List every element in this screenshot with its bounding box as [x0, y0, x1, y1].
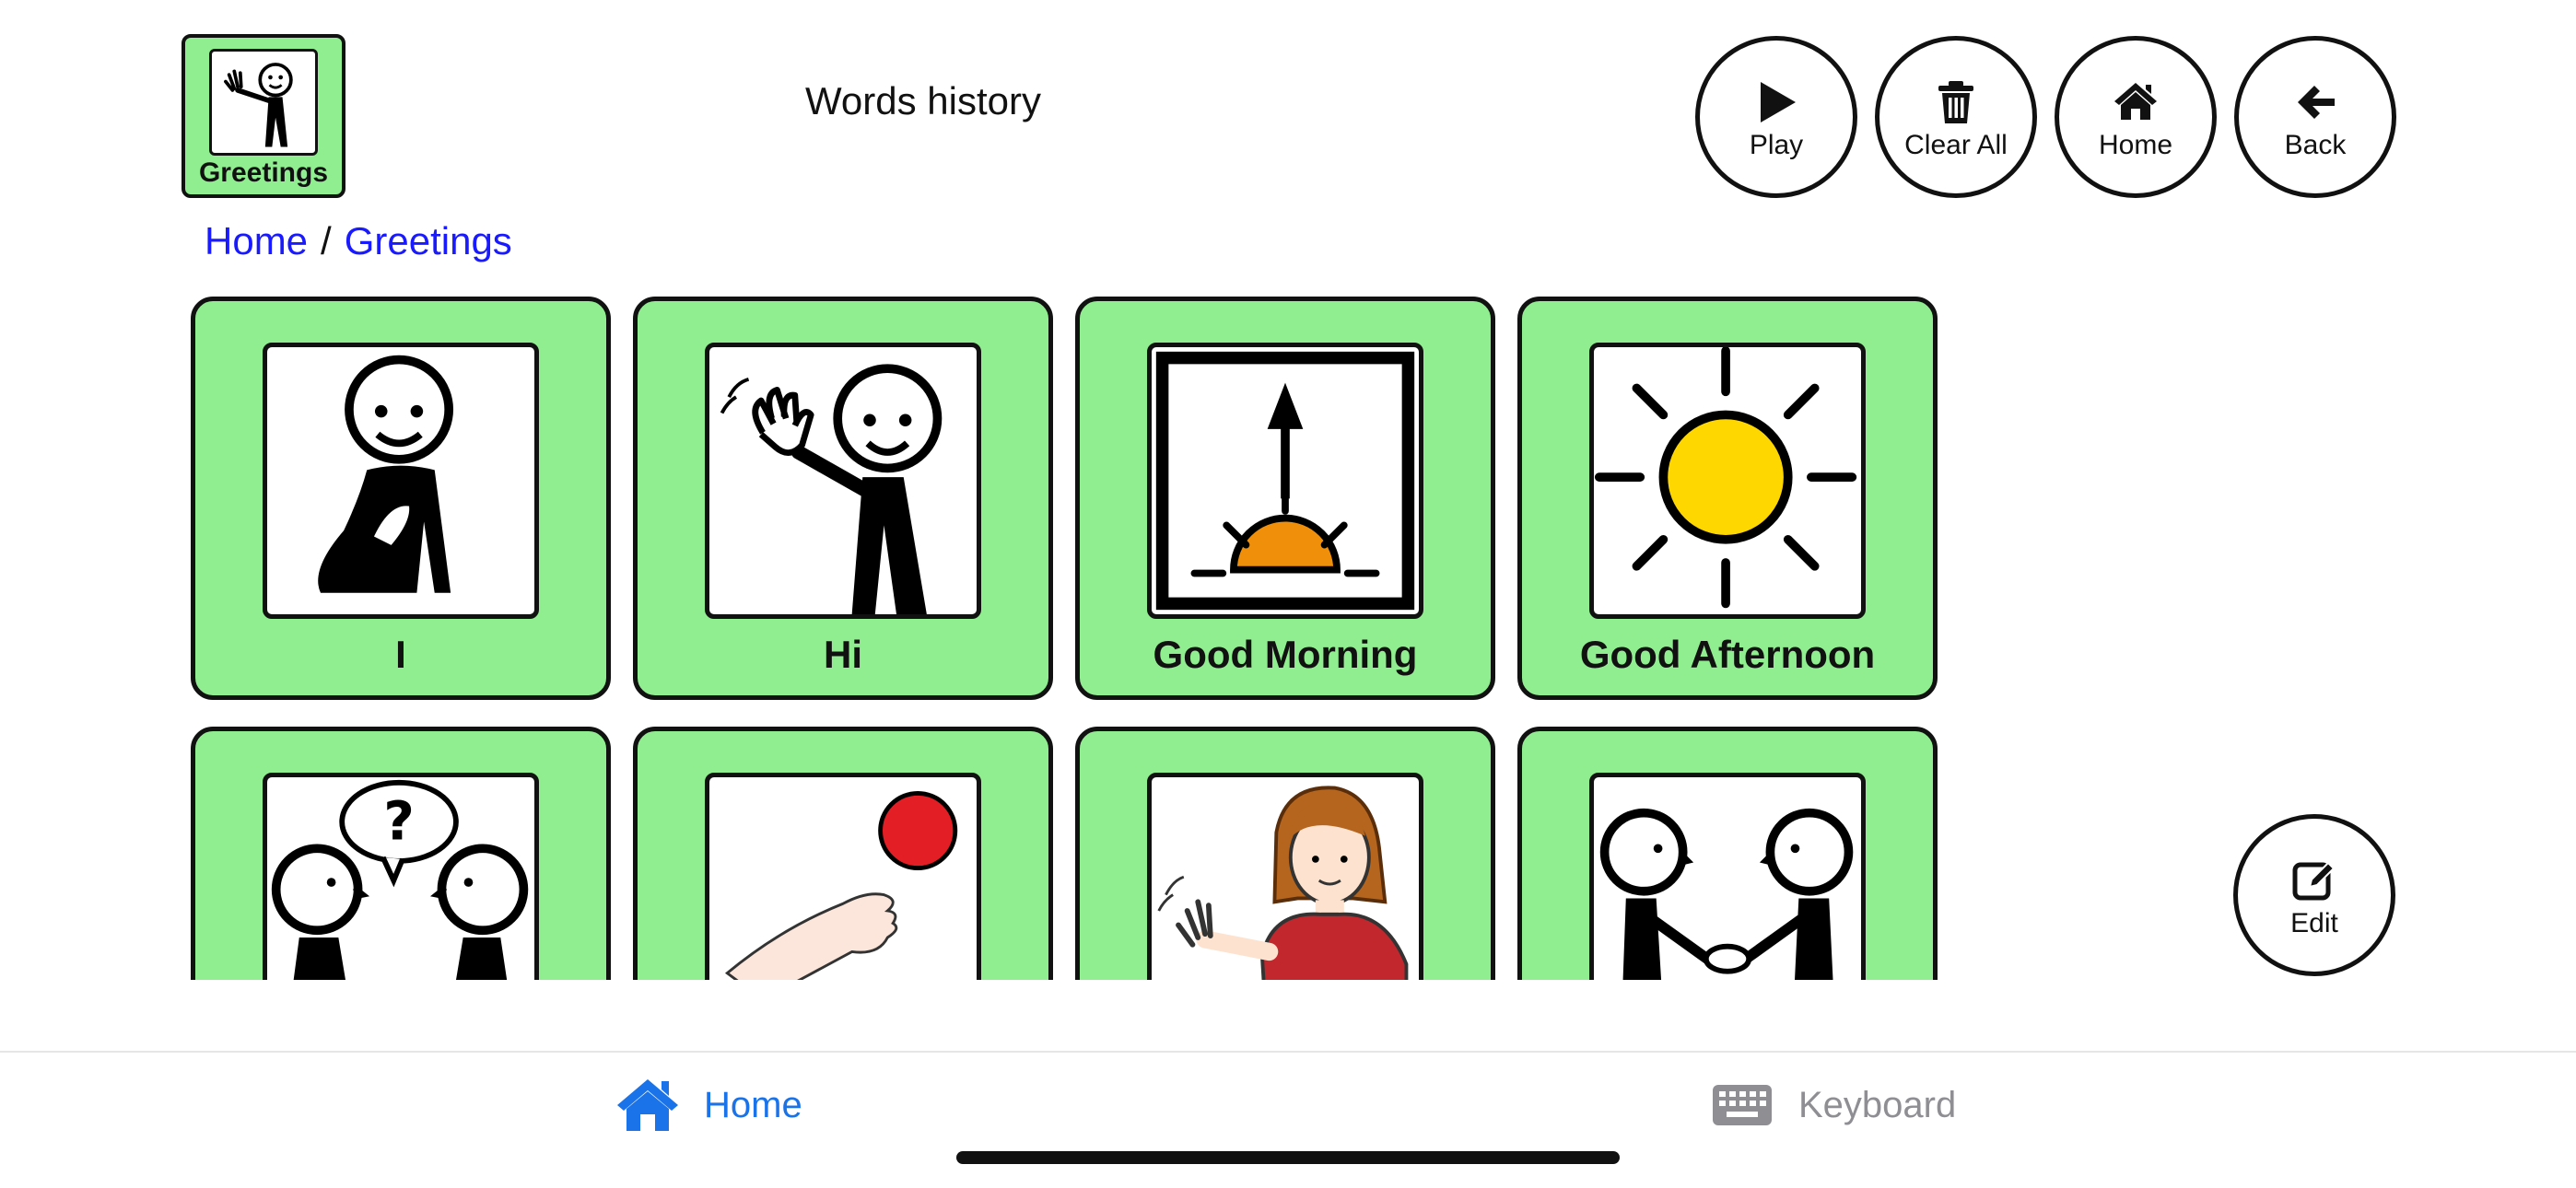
sun-icon — [1589, 343, 1866, 619]
breadcrumb-separator: / — [321, 219, 332, 262]
tile-label: Good Morning — [1153, 633, 1418, 676]
page: Greetings Words history Play Clear All H… — [0, 0, 2576, 1188]
home-button[interactable]: Home — [2055, 36, 2217, 198]
current-board-button[interactable]: Greetings — [181, 34, 345, 198]
tab-home-label: Home — [704, 1084, 802, 1125]
clear-all-button[interactable]: Clear All — [1875, 36, 2037, 198]
two-people-question-icon: ? — [263, 773, 539, 980]
tile-row2-1[interactable]: ? — [191, 727, 611, 980]
words-history-title: Words history — [805, 79, 1041, 122]
greetings-icon — [209, 49, 318, 156]
arrow-left-icon — [2298, 86, 2335, 119]
breadcrumb-greetings-link[interactable]: Greetings — [345, 219, 512, 262]
sunrise-icon — [1147, 343, 1423, 619]
tile-row2-2[interactable] — [633, 727, 1053, 980]
breadcrumb: Home / Greetings — [205, 219, 512, 263]
breadcrumb-home-link[interactable]: Home — [205, 219, 308, 262]
back-label: Back — [2284, 130, 2347, 160]
tile-row2-3[interactable] — [1075, 727, 1495, 980]
tab-keyboard[interactable]: Keyboard — [1712, 1073, 1956, 1137]
girl-waving-icon — [1147, 773, 1423, 980]
hand-reaching-ball-icon — [705, 773, 981, 980]
keyboard-icon — [1713, 1085, 1772, 1125]
home-icon — [617, 1079, 678, 1131]
tile-row2-4[interactable] — [1517, 727, 1938, 980]
play-button[interactable]: Play — [1695, 36, 1857, 198]
tab-bar: Home Keyboard — [0, 1051, 2576, 1188]
tile-label: Good Afternoon — [1579, 633, 1876, 676]
back-button[interactable]: Back — [2234, 36, 2396, 198]
edit-button[interactable]: Edit — [2233, 814, 2395, 976]
tab-keyboard-label: Keyboard — [1798, 1084, 1957, 1125]
play-icon — [1761, 82, 1796, 122]
person-waving-icon — [705, 343, 981, 619]
tab-home[interactable]: Home — [617, 1073, 802, 1137]
home-label: Home — [2098, 130, 2173, 160]
tile-label: Hi — [824, 633, 862, 676]
tile-label: I — [395, 633, 406, 676]
person-pointing-self-icon — [263, 343, 539, 619]
tile-grid[interactable]: I Hi Good Morning Good Afternoon ? — [184, 287, 1944, 980]
handshake-icon — [1589, 773, 1866, 980]
tile-good-afternoon[interactable]: Good Afternoon — [1517, 297, 1938, 700]
current-board-label: Greetings — [198, 157, 329, 188]
play-label: Play — [1749, 130, 1804, 160]
tile-hi[interactable]: Hi — [633, 297, 1053, 700]
tile-i[interactable]: I — [191, 297, 611, 700]
trash-icon — [1938, 81, 1973, 123]
tile-good-morning[interactable]: Good Morning — [1075, 297, 1495, 700]
home-icon — [2114, 83, 2157, 120]
svg-text:?: ? — [383, 790, 415, 853]
clear-all-label: Clear All — [1904, 130, 2008, 160]
home-indicator — [956, 1151, 1620, 1164]
edit-label: Edit — [2290, 908, 2338, 938]
edit-icon — [2292, 861, 2336, 901]
